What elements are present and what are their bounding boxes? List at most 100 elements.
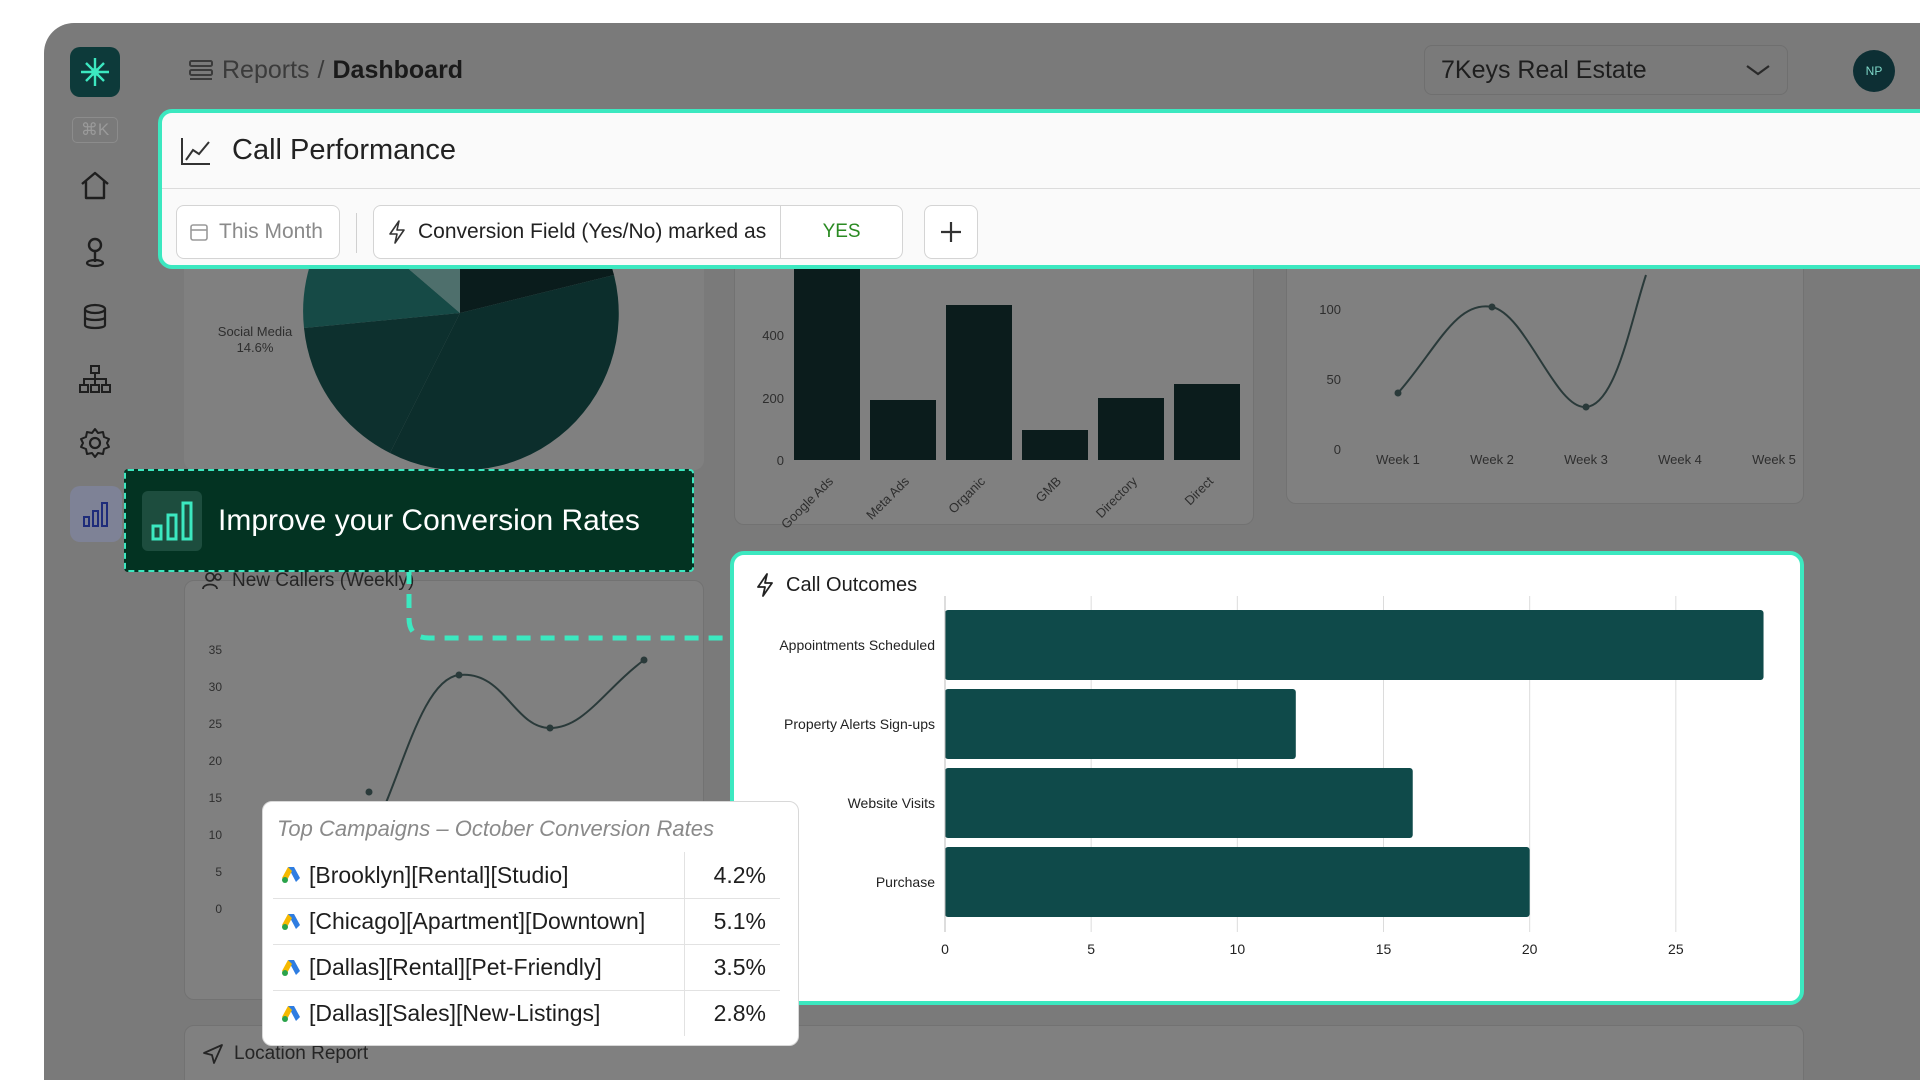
- campaign-name: [Dallas][Rental][Pet-Friendly]: [273, 945, 685, 990]
- dim-x-tick: Google Ads: [778, 473, 836, 530]
- campaign-row[interactable]: [Chicago][Apartment][Downtown] 5.1%: [273, 898, 780, 944]
- dim-bar: [870, 400, 936, 460]
- x-tick-label: 0: [941, 941, 949, 957]
- campaign-name: [Brooklyn][Rental][Studio]: [273, 852, 685, 898]
- google-ads-icon: [282, 1005, 300, 1022]
- chevron-down-icon: [1746, 65, 1770, 76]
- dim-bar: [1022, 430, 1088, 460]
- banner-text: Improve your Conversion Rates: [218, 503, 640, 537]
- y-category-label: Property Alerts Sign-ups: [784, 716, 935, 732]
- y-category-label: Website Visits: [848, 795, 935, 811]
- call-outcomes-chart: 051015202530Appointments ScheduledProper…: [779, 596, 1764, 957]
- date-filter[interactable]: This Month: [176, 205, 340, 259]
- dim-bar: [794, 250, 860, 460]
- x-tick-label: 10: [1230, 941, 1246, 957]
- dim-y-tick: 15: [209, 791, 223, 805]
- dim-x-tick: Week 3: [1564, 452, 1608, 467]
- avatar[interactable]: NP: [1853, 50, 1895, 92]
- dim-point: [1582, 403, 1590, 411]
- campaign-rate: 5.1%: [713, 908, 766, 934]
- campaign-rate: 2.8%: [713, 1000, 766, 1026]
- add-filter-button[interactable]: [924, 205, 978, 259]
- calendar-icon: [190, 224, 208, 241]
- campaign-row[interactable]: [Dallas][Sales][New-Listings] 2.8%: [273, 990, 780, 1036]
- dim-x-tick: Week 1: [1376, 452, 1420, 467]
- call-outcomes-card: Call Outcomes 051015202530Appointments S…: [730, 551, 1804, 1005]
- home-icon[interactable]: [74, 164, 116, 206]
- breadcrumb: Reports / Dashboard: [188, 53, 463, 87]
- plus-icon: [941, 222, 961, 242]
- dim-x-tick: Organic: [945, 473, 988, 516]
- y-category-label: Purchase: [876, 874, 935, 890]
- breadcrumb-separator: /: [317, 55, 325, 84]
- dim-y-tick: 30: [209, 680, 223, 694]
- gear-icon[interactable]: [74, 422, 116, 464]
- source-bar-chart-dim: 400 200 0 Google Ads Meta Ads Organic GMB Direc…: [762, 250, 1240, 530]
- bar[interactable]: [945, 768, 1413, 838]
- dim-bar: [1098, 398, 1164, 460]
- connector-line: [406, 570, 730, 641]
- account-selector[interactable]: 7Keys Real Estate: [1424, 45, 1788, 95]
- dim-y-tick: 0: [777, 453, 784, 468]
- conversion-filter-value[interactable]: YES: [781, 221, 902, 243]
- dim-y-tick: 5: [215, 865, 222, 879]
- bar[interactable]: [945, 610, 1764, 680]
- call-performance-header: Call Performance: [162, 113, 1920, 189]
- dim-point: [1488, 303, 1496, 311]
- breadcrumb-reports[interactable]: Reports: [222, 56, 310, 85]
- conversion-filter[interactable]: Conversion Field (Yes/No) marked as YES: [373, 205, 903, 259]
- dim-y-tick: 35: [209, 643, 223, 657]
- date-filter-label: This Month: [219, 220, 323, 243]
- campaign-row[interactable]: [Dallas][Rental][Pet-Friendly] 3.5%: [273, 944, 780, 990]
- dim-x-tick: Directory: [1093, 473, 1141, 521]
- y-category-label: Appointments Scheduled: [779, 637, 935, 653]
- dim-x-tick: Direct: [1182, 473, 1217, 508]
- x-tick-label: 20: [1522, 941, 1538, 957]
- lightning-icon: [389, 220, 405, 244]
- dim-y-tick: 10: [209, 828, 223, 842]
- campaign-name-text: [Dallas][Rental][Pet-Friendly]: [309, 954, 602, 980]
- breadcrumb-dashboard: Dashboard: [332, 55, 464, 84]
- dim-bar: [946, 305, 1012, 460]
- location-pin-icon[interactable]: [74, 230, 116, 272]
- send-icon: [203, 1044, 223, 1064]
- screen: ⌘K Reports / Dashboard 7Keys Real Estate…: [0, 0, 1920, 1080]
- conversion-filter-label: Conversion Field (Yes/No) marked as: [418, 220, 767, 243]
- database-icon[interactable]: [74, 296, 116, 338]
- pie-label: Social Media 14.6%: [217, 324, 293, 355]
- dim-x-tick: GMB: [1033, 474, 1065, 506]
- campaign-rate: 4.2%: [713, 861, 766, 888]
- call-performance-panel: Call Performance This Month Conversion F…: [158, 109, 1920, 269]
- google-ads-icon: [282, 867, 300, 883]
- campaign-name-text: [Brooklyn][Rental][Studio]: [309, 861, 569, 888]
- dim-y-tick: 50: [1327, 372, 1341, 387]
- campaign-row[interactable]: [Brooklyn][Rental][Studio] 4.2%: [273, 852, 780, 898]
- list-icon: [189, 60, 213, 80]
- filter-divider: [356, 213, 357, 253]
- dim-y-tick: 100: [1319, 302, 1341, 317]
- new-callers-title: New Callers (Weekly): [202, 570, 414, 592]
- users-icon: [202, 572, 222, 590]
- bar[interactable]: [945, 689, 1296, 759]
- top-campaigns-card: Top Campaigns – October Conversion Rates…: [262, 801, 799, 1046]
- bar-chart-icon: [142, 490, 202, 551]
- campaign-name: [Chicago][Apartment][Downtown]: [273, 899, 685, 944]
- call-performance-title: Call Performance: [232, 134, 457, 166]
- bar[interactable]: [945, 847, 1530, 917]
- x-tick-label: 15: [1376, 941, 1392, 957]
- location-report-title: Location Report: [202, 1043, 368, 1065]
- sitemap-icon[interactable]: [74, 358, 116, 400]
- google-ads-icon: [282, 959, 300, 976]
- improve-conversion-banner[interactable]: Improve your Conversion Rates: [124, 469, 694, 572]
- campaign-name: [Dallas][Sales][New-Listings]: [273, 991, 685, 1036]
- bar-chart-icon[interactable]: [70, 486, 122, 542]
- dim-y-tick: 20: [209, 754, 223, 768]
- campaign-name-text: [Chicago][Apartment][Downtown]: [309, 908, 646, 934]
- campaign-rate: 3.5%: [713, 954, 766, 980]
- x-tick-label: 5: [1087, 941, 1095, 957]
- dim-bar: [1174, 384, 1240, 460]
- dim-x-tick: Week 4: [1658, 452, 1702, 467]
- x-tick-label: 25: [1668, 941, 1684, 957]
- logo-icon[interactable]: [70, 47, 120, 97]
- command-shortcut[interactable]: ⌘K: [72, 117, 118, 143]
